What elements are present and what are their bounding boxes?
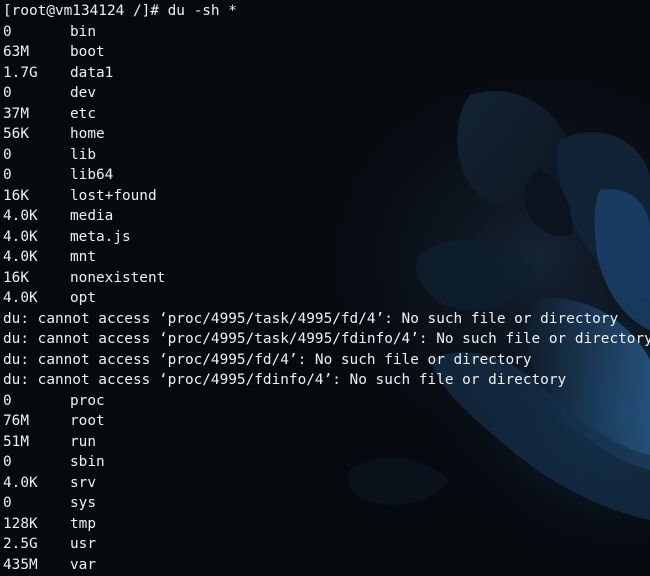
entry-name: mnt	[70, 249, 96, 265]
entry-name: etc	[70, 105, 96, 122]
entry-name: dev	[70, 85, 96, 101]
entry-name: sys	[70, 495, 96, 511]
entry-name: usr	[70, 536, 96, 552]
entry-size: 128K	[3, 515, 38, 532]
entry-name: meta.js	[70, 228, 131, 245]
entry-size: 0	[3, 146, 12, 163]
entry-size: 0	[3, 23, 12, 40]
du-entry-line: 128K tmp	[3, 514, 650, 535]
du-error-line: du: cannot access ‘proc/4995/fdinfo/4’: …	[3, 372, 567, 388]
du-entry-line: 4.0K opt	[3, 288, 650, 309]
du-error-line: du: cannot access ‘proc/4995/fd/4’: No s…	[3, 351, 532, 368]
entry-size: 0	[3, 392, 12, 409]
entry-name: srv	[70, 474, 96, 491]
entry-size: 37M	[3, 105, 29, 122]
entry-name: nonexistent	[70, 269, 166, 286]
entry-name: var	[70, 556, 96, 573]
entry-name: root	[70, 413, 105, 429]
du-entry-line: 37M etc	[3, 104, 650, 125]
entry-size: 51M	[3, 433, 29, 450]
du-entry-line: 0 proc	[3, 391, 650, 412]
du-entry-line: 56K home	[3, 124, 650, 145]
du-entry-line: 0 sbin	[3, 452, 650, 473]
entry-name: lib	[70, 146, 96, 163]
du-entry-line: 4.0K srv	[3, 473, 650, 494]
du-entry-line: 1.7G data1	[3, 63, 650, 84]
entry-size: 16K	[3, 269, 29, 286]
terminal-output[interactable]: [root@vm134124 /]# du -sh * 0 bin 63M boot 1.…	[3, 1, 650, 575]
entry-name: tmp	[70, 515, 96, 532]
entry-name: opt	[70, 290, 96, 306]
du-entry-line: 0 dev	[3, 83, 650, 104]
du-entry-line: 16K lost+found	[3, 186, 650, 207]
entry-size: 16K	[3, 187, 29, 204]
entry-name: boot	[70, 44, 105, 60]
entry-size: 4.0K	[3, 249, 38, 265]
entry-size: 76M	[3, 413, 29, 429]
entry-size: 0	[3, 495, 12, 511]
du-entry-line: 4.0K mnt	[3, 247, 650, 268]
du-entry-line: 16K nonexistent	[3, 268, 650, 289]
terminal-window[interactable]: [root@vm134124 /]# du -sh * 0 bin 63M boot 1.…	[0, 0, 650, 576]
du-entry-line: 76M root	[3, 411, 650, 432]
entry-name: home	[70, 126, 105, 142]
du-entry-line: 0 sys	[3, 493, 650, 514]
entry-size: 1.7G	[3, 64, 38, 81]
du-entry-line: 0 lib	[3, 145, 650, 166]
entry-size: 4.0K	[3, 290, 38, 306]
entry-size: 4.0K	[3, 474, 38, 491]
command-prompt-line: [root@vm134124 /]# du -sh *	[3, 3, 237, 19]
du-error-line: du: cannot access ‘proc/4995/task/4995/f…	[3, 310, 619, 327]
du-entry-line: 51M run	[3, 432, 650, 453]
entry-name: lib64	[70, 167, 114, 183]
du-entry-line: 63M boot	[3, 42, 650, 63]
du-error-line: du: cannot access ‘proc/4995/task/4995/f…	[3, 331, 650, 347]
du-entry-line: 0 bin	[3, 22, 650, 43]
du-entry-line: 4.0K media	[3, 206, 650, 227]
entry-size: 4.0K	[3, 208, 38, 224]
du-entry-line: 2.5G usr	[3, 534, 650, 555]
entry-name: proc	[70, 392, 105, 409]
entry-size: 0	[3, 167, 12, 183]
entry-size: 4.0K	[3, 228, 38, 245]
entry-name: data1	[70, 64, 114, 81]
entry-size: 63M	[3, 44, 29, 60]
entry-size: 0	[3, 454, 12, 470]
entry-size: 435M	[3, 556, 38, 573]
du-entry-line: 0 lib64	[3, 165, 650, 186]
entry-size: 56K	[3, 126, 29, 142]
entry-name: media	[70, 208, 114, 224]
entry-name: sbin	[70, 454, 105, 470]
entry-name: lost+found	[70, 187, 157, 204]
du-entry-line: 4.0K meta.js	[3, 227, 650, 248]
entry-name: run	[70, 433, 96, 450]
entry-size: 0	[3, 85, 12, 101]
entry-name: bin	[70, 23, 96, 40]
du-entry-line: 435M var	[3, 555, 650, 576]
entry-size: 2.5G	[3, 536, 38, 552]
